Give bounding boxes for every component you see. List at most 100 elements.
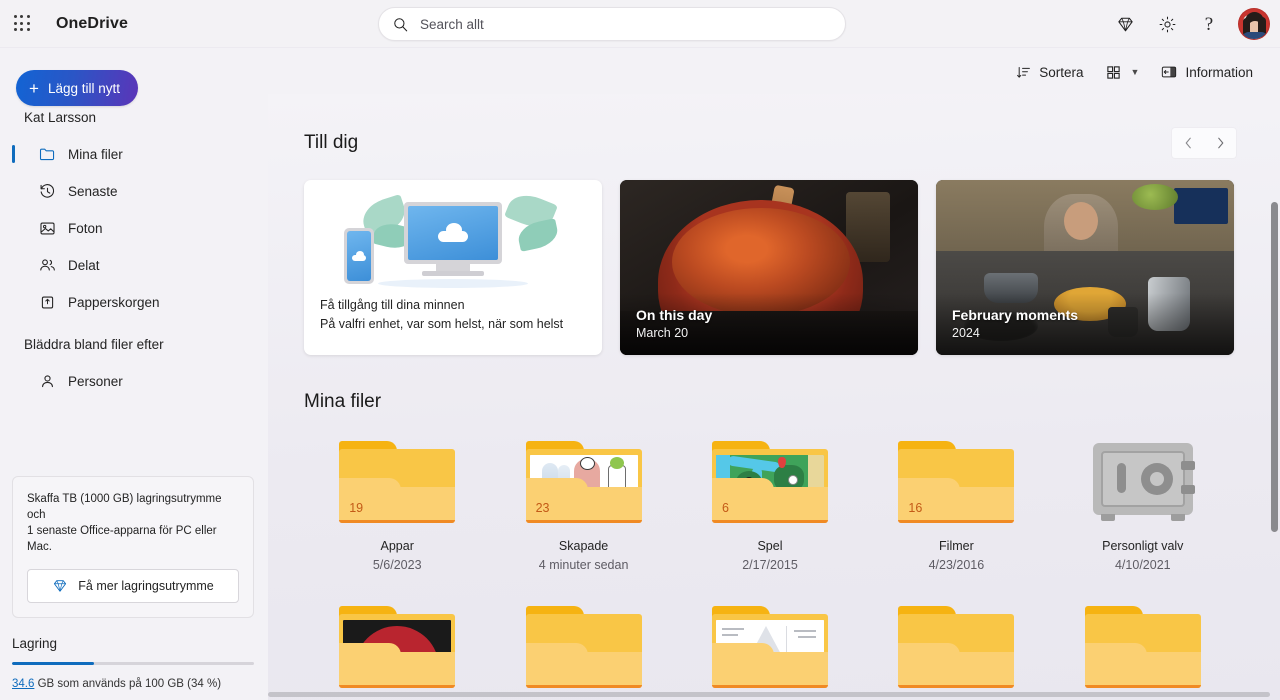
recycle-bin-icon: [38, 294, 56, 311]
vertical-scrollbar[interactable]: [1270, 202, 1278, 700]
folder-icon: [526, 606, 642, 688]
onedrive-app: OneDrive: [0, 0, 1280, 700]
file-tile[interactable]: 16 Filmer 4/23/2016: [863, 441, 1049, 572]
shared-people-icon: [38, 257, 56, 274]
card-subtitle: På valfri enhet, var som helst, när som …: [320, 317, 586, 331]
file-date: 2/17/2015: [742, 558, 798, 572]
help-question-icon[interactable]: ?: [1190, 5, 1228, 43]
file-tile[interactable]: 19 Appar 5/6/2023: [304, 441, 490, 572]
sidebar-item-senaste[interactable]: Senaste: [0, 173, 258, 209]
information-button[interactable]: Information: [1152, 56, 1262, 88]
sidebar-item-mina-filer[interactable]: Mina filer: [0, 136, 258, 172]
sidebar: Kat Larsson Mina filer: [0, 94, 268, 700]
sidebar-item-delat[interactable]: Delat: [0, 247, 258, 283]
for-you-card-promo[interactable]: Få tillgång till dina minnen På valfri e…: [304, 180, 602, 355]
view-options-button[interactable]: ▼: [1097, 56, 1149, 88]
sidebar-item-label: Mina filer: [68, 147, 123, 162]
app-launcher-icon[interactable]: [0, 0, 44, 48]
card-subtitle: March 20: [636, 326, 902, 340]
promo-line-1: Skaffa TB (1000 GB) lagringsutrymme och: [27, 491, 239, 523]
folder-icon: 16: [898, 441, 1014, 523]
card-overlay: February moments 2024: [936, 293, 1234, 355]
recent-clock-icon: [38, 183, 56, 200]
get-more-storage-button[interactable]: Få mer lagringsutrymme: [27, 569, 239, 603]
sidebar-nav: Kat Larsson Mina filer: [0, 94, 268, 476]
file-tile[interactable]: 23 Skapade 4 minuter sedan: [490, 441, 676, 572]
sidebar-item-papperskorgen[interactable]: Papperskorgen: [0, 284, 258, 320]
top-header-bar: OneDrive: [0, 0, 1280, 48]
carousel-next-button[interactable]: [1204, 128, 1236, 158]
person-icon: [38, 373, 56, 390]
file-tile[interactable]: [490, 606, 676, 688]
carousel-prev-button[interactable]: [1172, 128, 1204, 158]
folder-icon: [898, 606, 1014, 688]
file-name: Appar: [381, 539, 414, 553]
sidebar-item-label: Papperskorgen: [68, 295, 160, 310]
folder-icon: 23: [526, 441, 642, 523]
file-tile[interactable]: [1050, 606, 1236, 688]
sort-button[interactable]: Sortera: [1007, 56, 1092, 88]
search-input[interactable]: [420, 17, 831, 32]
search-container: [378, 7, 846, 41]
gear-glyph: [1158, 15, 1177, 34]
question-mark-glyph: ?: [1205, 15, 1213, 34]
sidebar-item-label: Personer: [68, 374, 123, 389]
premium-diamond-icon: [52, 578, 68, 594]
my-files-grid: 19 Appar 5/6/2023 23: [304, 441, 1236, 688]
storage-progress-bar: [12, 662, 254, 665]
header-actions: ?: [1106, 0, 1270, 48]
sidebar-item-personer[interactable]: Personer: [0, 363, 258, 399]
file-tile[interactable]: 6 Spel 2/17/2015: [677, 441, 863, 572]
for-you-card-on-this-day[interactable]: On this day March 20: [620, 180, 918, 355]
card-title: Få tillgång till dina minnen: [320, 298, 586, 312]
file-date: 4/23/2016: [929, 558, 985, 572]
chevron-right-icon: [1215, 136, 1226, 150]
premium-diamond-icon[interactable]: [1106, 5, 1144, 43]
folder-icon: [1085, 606, 1201, 688]
command-bar-right: Sortera ▼ Information: [1007, 56, 1262, 88]
card-overlay: On this day March 20: [620, 293, 918, 355]
for-you-cards: Få tillgång till dina minnen På valfri e…: [304, 180, 1236, 355]
folder-item-count: 23: [536, 501, 550, 515]
chevron-down-icon: ▼: [1131, 67, 1140, 77]
storage-title: Lagring: [12, 636, 254, 651]
file-tile[interactable]: [677, 606, 863, 688]
promo-line-2: 1 senaste Office-apparna för PC eller Ma…: [27, 523, 239, 555]
folder-icon: [38, 146, 56, 163]
sidebar-item-label: Delat: [68, 258, 100, 273]
storage-promo-card: Skaffa TB (1000 GB) lagringsutrymme och …: [12, 476, 254, 618]
for-you-card-february-moments[interactable]: February moments 2024: [936, 180, 1234, 355]
sidebar-owner-name: Kat Larsson: [0, 104, 268, 135]
card-subtitle: 2024: [952, 326, 1218, 340]
sidebar-item-foton[interactable]: Foton: [0, 210, 258, 246]
file-tile[interactable]: [863, 606, 1049, 688]
for-you-header: Till dig: [304, 128, 1236, 158]
storage-note-rest: GB som används på 100 GB (34 %): [34, 678, 221, 690]
sort-icon: [1016, 65, 1031, 80]
horizontal-scrollbar[interactable]: [268, 692, 1270, 700]
settings-gear-icon[interactable]: [1148, 5, 1186, 43]
file-date: 4 minuter sedan: [539, 558, 629, 572]
file-date: 5/6/2023: [373, 558, 422, 572]
card-title: February moments: [952, 307, 1218, 323]
storage-used-link[interactable]: 34.6: [12, 678, 34, 690]
folder-item-count: 6: [722, 501, 729, 515]
file-name: Spel: [757, 539, 782, 553]
info-panel-icon: [1161, 64, 1177, 80]
for-you-title: Till dig: [304, 132, 358, 154]
file-tile[interactable]: [304, 606, 490, 688]
search-box[interactable]: [378, 7, 846, 41]
information-label: Information: [1185, 65, 1253, 80]
avatar[interactable]: [1238, 8, 1270, 40]
my-files-header: Mina filer: [304, 391, 1236, 413]
brand-title[interactable]: OneDrive: [56, 15, 128, 33]
folder-icon: 6: [712, 441, 828, 523]
folder-item-count: 16: [908, 501, 922, 515]
sidebar-item-label: Senaste: [68, 184, 118, 199]
devices-cloud-illustration: [304, 180, 602, 298]
file-tile[interactable]: Personligt valv 4/10/2021: [1050, 441, 1236, 572]
photo-icon: [38, 220, 56, 237]
carousel-pager: [1172, 128, 1236, 158]
grid-view-icon: [1106, 65, 1121, 80]
storage-note: 34.6 GB som används på 100 GB (34 %): [12, 678, 254, 690]
